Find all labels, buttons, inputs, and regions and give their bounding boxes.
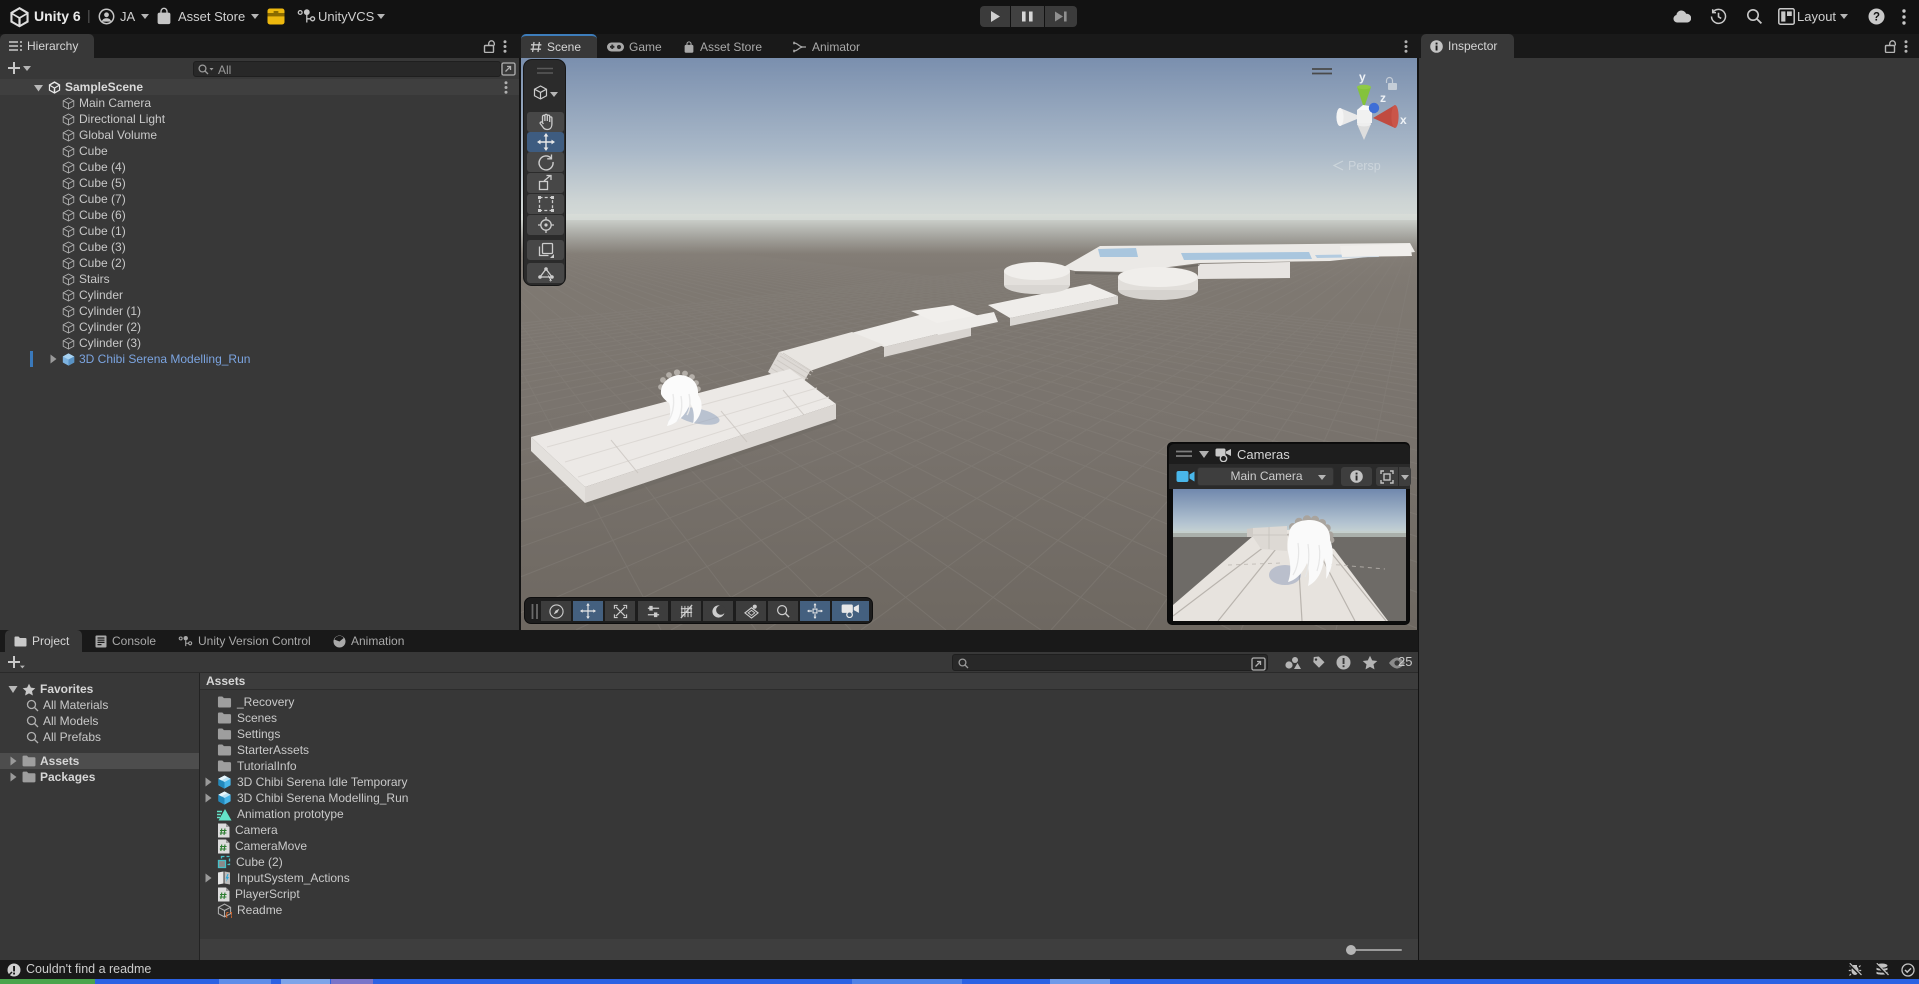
svg-text:x: x <box>1400 113 1407 127</box>
svg-text:{}: {} <box>225 912 232 917</box>
svg-text:Persp: Persp <box>1348 159 1381 173</box>
svg-text:z: z <box>1380 91 1386 105</box>
svg-text:?: ? <box>1873 12 1880 24</box>
svg-text:y: y <box>1359 70 1366 84</box>
